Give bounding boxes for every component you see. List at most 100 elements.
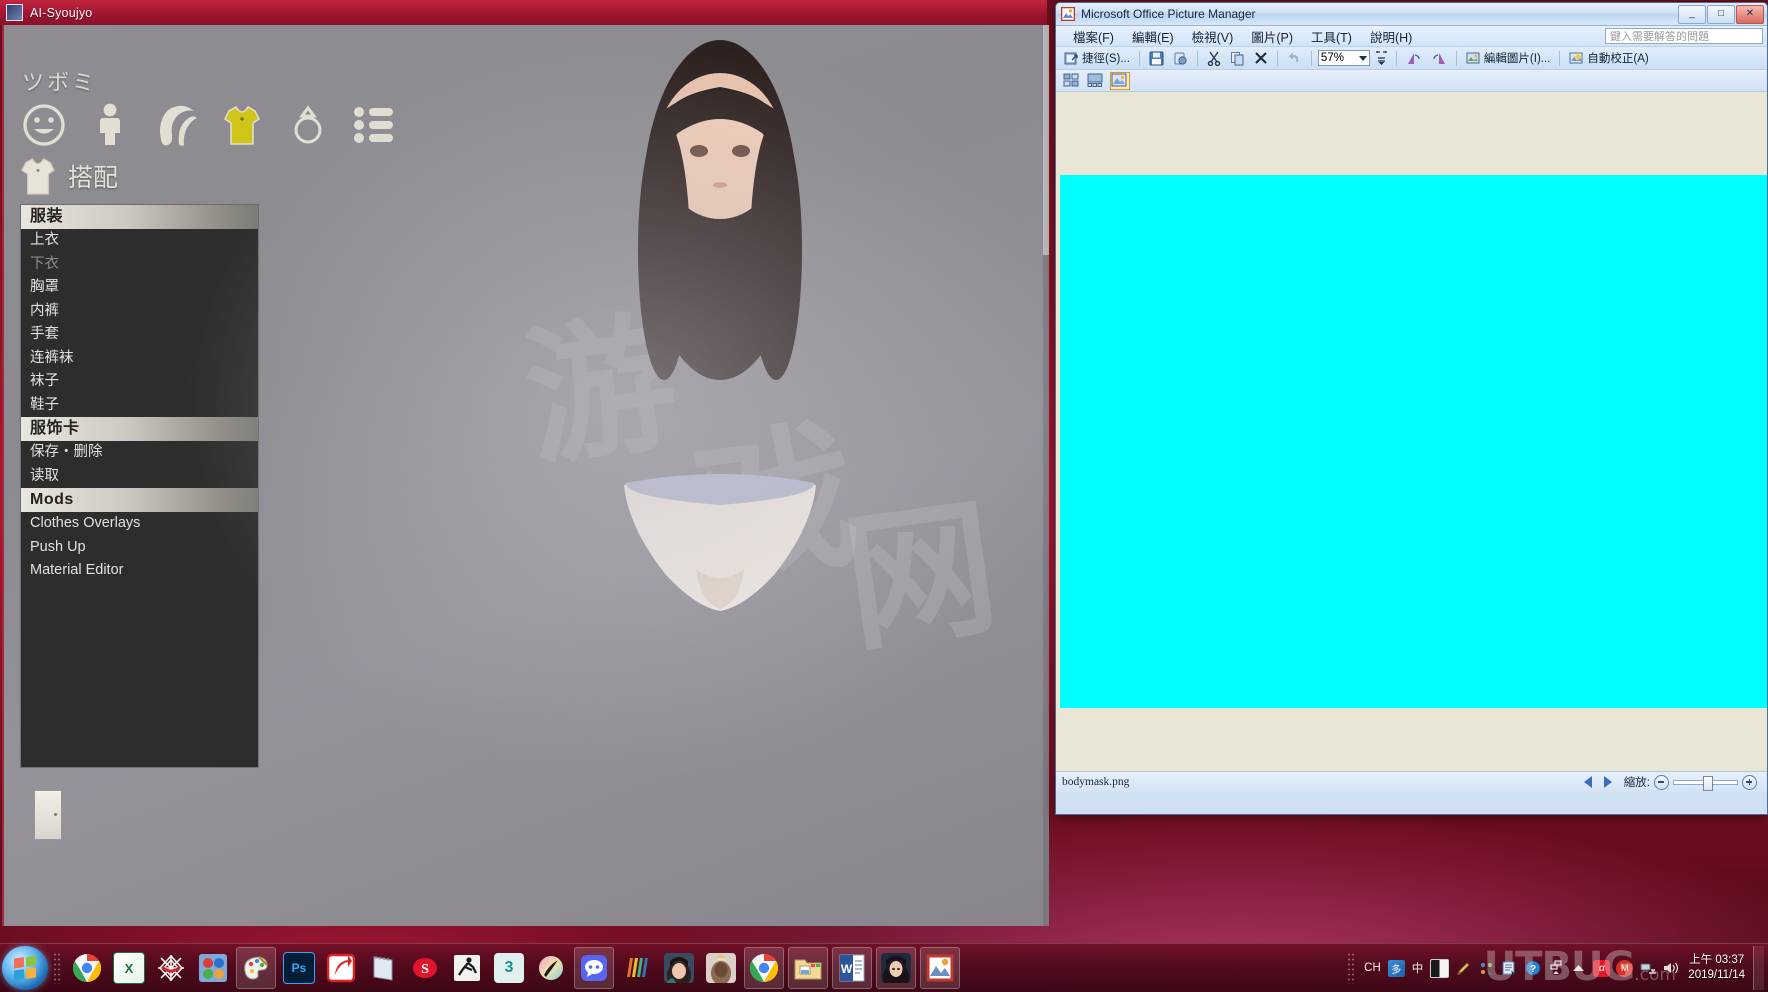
zoom-in-button[interactable]: [1742, 775, 1757, 790]
taskbar-item-microsoft-word[interactable]: W: [832, 947, 872, 989]
pen-icon[interactable]: [1455, 960, 1472, 977]
filmstrip-view-tab[interactable]: [1086, 72, 1106, 90]
avira-icon[interactable]: α: [1593, 960, 1610, 977]
menu-item-material-editor[interactable]: Material Editor: [21, 559, 258, 583]
show-hidden-icon[interactable]: [1547, 960, 1564, 977]
game-scrollbar[interactable]: [1043, 25, 1049, 926]
taskbar-item-character-photo-1[interactable]: [660, 948, 698, 988]
taskbar-item-character-photo-2[interactable]: [702, 948, 740, 988]
ime-language-indicator[interactable]: CH: [1364, 962, 1381, 974]
taskbar-item-spider-web-app[interactable]: [152, 948, 190, 988]
ime-logo-icon[interactable]: 多: [1388, 960, 1405, 977]
picture-manager-view-tabs[interactable]: [1056, 70, 1767, 92]
menu-picture[interactable]: 圖片(P): [1242, 26, 1302, 47]
start-button[interactable]: [2, 946, 48, 990]
menu-item-shoes[interactable]: 鞋子: [21, 394, 258, 418]
taskbar-item-sai-red-app[interactable]: S: [406, 948, 444, 988]
menu-edit[interactable]: 編輯(E): [1123, 26, 1183, 47]
help-icon[interactable]: ?: [1524, 960, 1541, 977]
maximize-button[interactable]: □: [1707, 5, 1735, 24]
menu-item-tops[interactable]: 上衣: [21, 229, 258, 253]
cut-button[interactable]: [1204, 49, 1224, 67]
undo-button[interactable]: [1284, 49, 1305, 67]
menu-item-save-delete[interactable]: 保存・删除: [21, 441, 258, 465]
menu-item-socks[interactable]: 袜子: [21, 370, 258, 394]
minimize-button[interactable]: _: [1678, 5, 1706, 24]
zoom-level-combobox[interactable]: 57%: [1318, 50, 1370, 66]
next-arrow-icon[interactable]: [1604, 776, 1612, 788]
taskbar-item-krita-app[interactable]: [532, 948, 570, 988]
exit-door-button[interactable]: [34, 790, 62, 840]
export-button[interactable]: [1170, 49, 1191, 67]
zoom-slider[interactable]: [1673, 780, 1738, 785]
taskbar-item-notebook-app[interactable]: [364, 948, 402, 988]
menu-item-clothes-overlays[interactable]: Clothes Overlays: [21, 512, 258, 536]
rotate-left-button[interactable]: [1403, 49, 1425, 67]
bodymask-image[interactable]: [1060, 175, 1767, 708]
tray-grip[interactable]: [1347, 952, 1355, 984]
taskbar-item-character-photo-3[interactable]: [876, 947, 916, 989]
taskbar-item-runner-app[interactable]: [448, 948, 486, 988]
game-viewport[interactable]: 游 戏 网 ツボミ: [2, 25, 1049, 926]
taskbar-grip[interactable]: [53, 952, 61, 984]
taskbar-item-color-palette-app[interactable]: [194, 948, 232, 988]
menu-item-push-up[interactable]: Push Up: [21, 536, 258, 560]
ime-tools-icon[interactable]: [1478, 960, 1495, 977]
volume-icon[interactable]: [1662, 960, 1679, 977]
taskbar-item-adobe-photoshop[interactable]: Ps: [280, 948, 318, 988]
ime-mode-indicator[interactable]: 中: [1412, 960, 1424, 976]
taskbar-item-google-chrome[interactable]: [68, 948, 106, 988]
tab-clothes[interactable]: [216, 99, 268, 151]
ask-a-question-input[interactable]: 鍵入需要解答的問題: [1605, 28, 1763, 44]
menu-help[interactable]: 說明(H): [1361, 26, 1421, 47]
menu-item-gloves[interactable]: 手套: [21, 323, 258, 347]
game-titlebar[interactable]: AI-Syoujyo: [0, 0, 1047, 25]
menu-file[interactable]: 檔案(F): [1064, 26, 1123, 47]
zoom-out-button[interactable]: [1654, 775, 1669, 790]
taskbar-item-folder-explorer[interactable]: [788, 947, 828, 989]
taskbar-item-paint-tool-sai[interactable]: [236, 947, 276, 989]
network-icon[interactable]: [1639, 960, 1656, 977]
tab-face[interactable]: [18, 99, 70, 151]
taskbar-item-google-chrome-window[interactable]: [744, 947, 784, 989]
menu-item-pantyhose[interactable]: 连裤袜: [21, 347, 258, 371]
up-chevron-icon[interactable]: [1570, 960, 1587, 977]
mail-icon[interactable]: M: [1616, 960, 1633, 977]
show-desktop-button[interactable]: [1753, 946, 1764, 990]
picture-manager-titlebar[interactable]: Microsoft Office Picture Manager _ □ ✕: [1056, 3, 1767, 26]
taskbar-item-colored-bars-app[interactable]: [618, 948, 656, 988]
fit-to-window-button[interactable]: [1373, 49, 1390, 67]
ime-pad-icon[interactable]: [1501, 960, 1518, 977]
half-full-width-icon[interactable]: [1430, 959, 1449, 978]
tab-accessory[interactable]: [282, 99, 334, 151]
picture-canvas[interactable]: bodymask.png 類型: PNG 檔案 大小: 21.4 KB 尺寸: …: [1056, 92, 1767, 792]
taskbar-item-red-arrow-app[interactable]: [322, 948, 360, 988]
tab-list[interactable]: [348, 99, 400, 151]
picture-manager-menubar[interactable]: 檔案(F) 編輯(E) 檢視(V) 圖片(P) 工具(T) 說明(H) 鍵入需要…: [1056, 26, 1767, 47]
auto-correct-button[interactable]: 自動校正(A): [1566, 49, 1651, 67]
single-picture-view-tab[interactable]: [1110, 72, 1130, 90]
copy-button[interactable]: [1227, 49, 1248, 67]
delete-button[interactable]: [1251, 49, 1271, 67]
tab-hair[interactable]: [150, 99, 202, 151]
game-scrollbar-thumb[interactable]: [1043, 25, 1049, 255]
menu-tools[interactable]: 工具(T): [1302, 26, 1361, 47]
close-button[interactable]: ✕: [1736, 5, 1764, 24]
edit-pictures-button[interactable]: 編輯圖片(I)...: [1463, 49, 1553, 67]
rotate-right-button[interactable]: [1428, 49, 1450, 67]
menu-item-panties[interactable]: 内裤: [21, 300, 258, 324]
shortcuts-button[interactable]: 捷徑(S)...: [1061, 49, 1133, 67]
taskbar-clock[interactable]: 上午 03:37 2019/11/14: [1688, 953, 1745, 983]
prev-arrow-icon[interactable]: [1584, 776, 1592, 788]
zoom-slider-thumb[interactable]: [1703, 776, 1713, 791]
tab-body[interactable]: [84, 99, 136, 151]
picture-manager-toolbar[interactable]: 捷徑(S)...: [1056, 47, 1767, 70]
save-button[interactable]: [1146, 49, 1167, 67]
menu-view[interactable]: 檢視(V): [1183, 26, 1243, 47]
menu-item-bra[interactable]: 胸罩: [21, 276, 258, 300]
game-tab-bar[interactable]: [18, 99, 400, 151]
menu-item-load[interactable]: 读取: [21, 465, 258, 489]
taskbar-item-office-picture-manager[interactable]: [920, 947, 960, 989]
taskbar-item-discord[interactable]: [574, 947, 614, 989]
taskbar-item-3ds-max[interactable]: 3: [490, 948, 528, 988]
